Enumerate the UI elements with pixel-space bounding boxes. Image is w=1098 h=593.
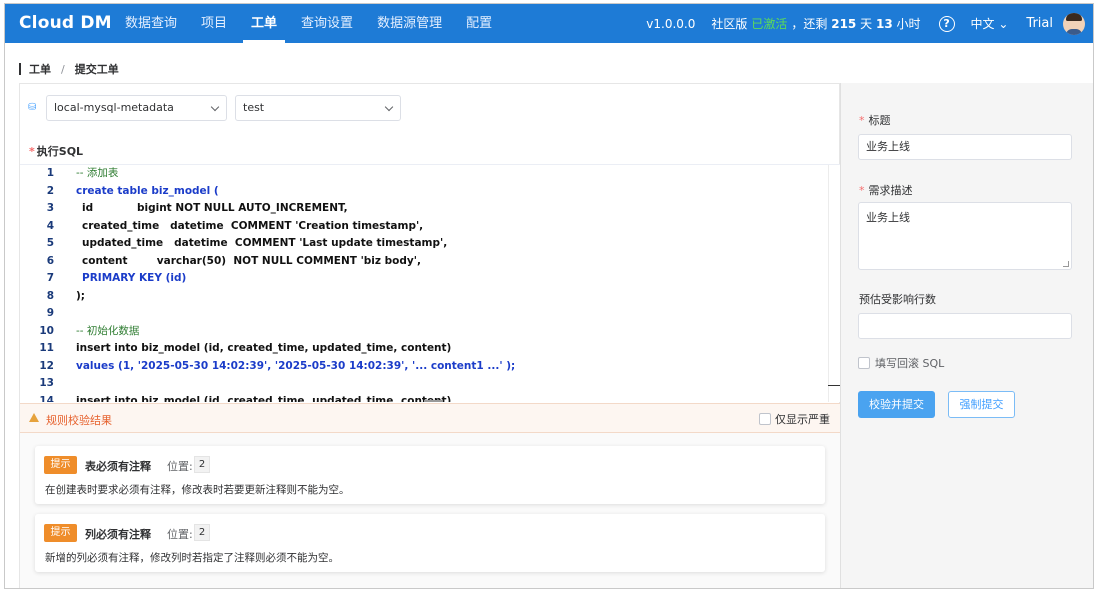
code-line: content varchar(50) NOT NULL COMMENT 'bi… [82, 254, 421, 267]
level-tag: 提示 [44, 524, 77, 542]
line-number: 7 [46, 272, 54, 284]
chevron-down-icon: ⌄ [998, 17, 1009, 31]
activation-status: 已激活 [751, 17, 788, 31]
nav-item-query-settings[interactable]: 查询设置 [289, 4, 365, 43]
force-submit-button[interactable]: 强制提交 [948, 391, 1015, 418]
line-number: 13 [39, 377, 54, 389]
version-label: v1.0.0.0 [646, 16, 696, 31]
rule-title: 列必须有注释 [85, 528, 151, 541]
code-line: updated_time datetime COMMENT 'Last upda… [82, 237, 448, 249]
rule-description: 新增的列必须有注释，修改列时若指定了注释则必须不能为空。 [45, 552, 339, 564]
breadcrumb-bar [19, 63, 21, 75]
nav-item-datasource-management[interactable]: 数据源管理 [365, 4, 454, 43]
code-line: values (1, '2025-05-30 14:02:39', '2025-… [76, 359, 516, 372]
only-severe-toggle[interactable]: 仅显示严重 [759, 411, 830, 427]
line-number: 14 [39, 394, 54, 403]
line-number: 8 [46, 289, 54, 302]
position-value: 2 [194, 456, 210, 473]
sql-label: * 执行SQL [29, 145, 84, 158]
rule-title: 表必须有注释 [85, 460, 151, 473]
title-label: * 标题 [859, 114, 891, 127]
warning-icon [29, 413, 39, 422]
line-number: 1 [46, 167, 54, 179]
position-label: 位置: [167, 460, 193, 473]
title-input[interactable]: 业务上线 [858, 134, 1072, 160]
top-navbar: Cloud DM 数据查询 项目 工单 查询设置 数据源管理 配置 v1.0.0… [5, 4, 1093, 43]
language-selector[interactable]: 中文 ⌄ [971, 15, 1009, 32]
rule-check-header: 规则校验结果 仅显示严重 [20, 403, 840, 433]
code-line: -- 初始化数据 [76, 324, 140, 337]
line-number: 10 [39, 324, 54, 337]
nav-item-data-query[interactable]: 数据查询 [113, 4, 189, 43]
position-label: 位置: [167, 528, 193, 541]
code-line: create table biz_model ( [76, 184, 219, 197]
main-nav: 数据查询 项目 工单 查询设置 数据源管理 配置 [113, 4, 504, 43]
code-line: PRIMARY KEY (id) [82, 272, 187, 284]
code-line: ); [76, 289, 85, 302]
help-icon[interactable]: ? [938, 15, 955, 32]
code-line: created_time datetime COMMENT 'Creation … [82, 219, 424, 232]
only-severe-checkbox[interactable] [759, 413, 771, 425]
resize-grip-icon[interactable] [1063, 261, 1069, 267]
level-tag: 提示 [44, 456, 77, 474]
sql-editor[interactable]: 1 -- 添加表 2 create table biz_model ( 3 id bi… [20, 164, 840, 402]
database-select[interactable]: test [235, 95, 401, 121]
breadcrumb-current: 提交工单 [74, 63, 119, 76]
rule-check-title: 规则校验结果 [46, 414, 112, 427]
line-number: 5 [46, 237, 54, 249]
description-textarea[interactable]: 业务上线 [858, 202, 1072, 270]
line-number: 6 [46, 254, 54, 267]
affected-rows-input[interactable] [858, 313, 1072, 339]
code-line: id bigint NOT NULL AUTO_INCREMENT, [82, 202, 348, 214]
chevron-down-icon [210, 102, 220, 112]
code-line: insert into biz_model (id, created_time,… [76, 394, 452, 403]
rule-result-card: 提示 列必须有注释 位置: 2 新增的列必须有注释，修改列时若指定了注释则必须不… [35, 514, 825, 572]
database-icon: ⛁ [28, 102, 37, 113]
line-number: 11 [39, 342, 54, 354]
line-number: 12 [39, 359, 54, 372]
affected-rows-label: 预估受影响行数 [859, 293, 936, 306]
editor-vertical-scrollbar[interactable] [828, 165, 840, 402]
ticket-form: * 标题 业务上线 * 需求描述 业务上线 预估受影响行数 填写回滚 SQL 校验并… [840, 83, 1093, 588]
avatar[interactable] [1063, 12, 1085, 35]
chevron-down-icon [384, 102, 394, 112]
line-number: 9 [46, 307, 54, 319]
rollback-sql-label: 填写回滚 SQL [875, 357, 945, 370]
app-window: Cloud DM 数据查询 项目 工单 查询设置 数据源管理 配置 v1.0.0… [4, 3, 1094, 589]
user-name[interactable]: Trial [1026, 16, 1053, 31]
position-value: 2 [194, 524, 210, 541]
code-line: insert into biz_model (id, created_time,… [76, 342, 452, 354]
nav-item-ticket[interactable]: 工单 [239, 4, 289, 43]
description-label: * 需求描述 [859, 184, 913, 197]
line-number: 2 [46, 184, 54, 197]
validate-submit-button[interactable]: 校验并提交 [858, 391, 935, 418]
logo[interactable]: Cloud DM [19, 13, 112, 33]
nav-item-project[interactable]: 项目 [189, 4, 239, 43]
line-number: 4 [46, 219, 54, 232]
header-right: v1.0.0.0 社区版 已激活 ，还剩 215 天 13 小时 ? 中文 ⌄ … [646, 4, 1093, 43]
rule-result-card: 提示 表必须有注释 位置: 2 在创建表时要求必须有注释，修改表时若要更新注释则… [35, 446, 825, 504]
breadcrumb: 工单 / 提交工单 [19, 61, 119, 77]
breadcrumb-root[interactable]: 工单 [29, 61, 51, 77]
sql-panel: ⛁ local-mysql-metadata test * 执行SQL 1 -- 添… [19, 83, 840, 588]
code-line: -- 添加表 [76, 167, 119, 179]
rule-description: 在创建表时要求必须有注释，修改表时若要更新注释则不能为空。 [45, 484, 350, 496]
only-severe-label: 仅显示严重 [775, 413, 830, 426]
edition-label: 社区版 [711, 17, 748, 31]
rule-results-list: 提示 表必须有注释 位置: 2 在创建表时要求必须有注释，修改表时若要更新注释则… [20, 433, 840, 588]
breadcrumb-separator: / [61, 62, 65, 76]
line-number: 3 [46, 202, 54, 214]
nav-item-config[interactable]: 配置 [454, 4, 504, 43]
trial-remaining: ，还剩 215 天 13 小时 [791, 17, 921, 31]
connection-select[interactable]: local-mysql-metadata [46, 95, 227, 121]
overview-ruler-mark [828, 385, 840, 386]
rollback-sql-checkbox[interactable] [858, 357, 870, 369]
rollback-sql-toggle[interactable]: 填写回滚 SQL [858, 355, 944, 371]
editor-horizontal-scrollbar[interactable] [424, 400, 442, 402]
